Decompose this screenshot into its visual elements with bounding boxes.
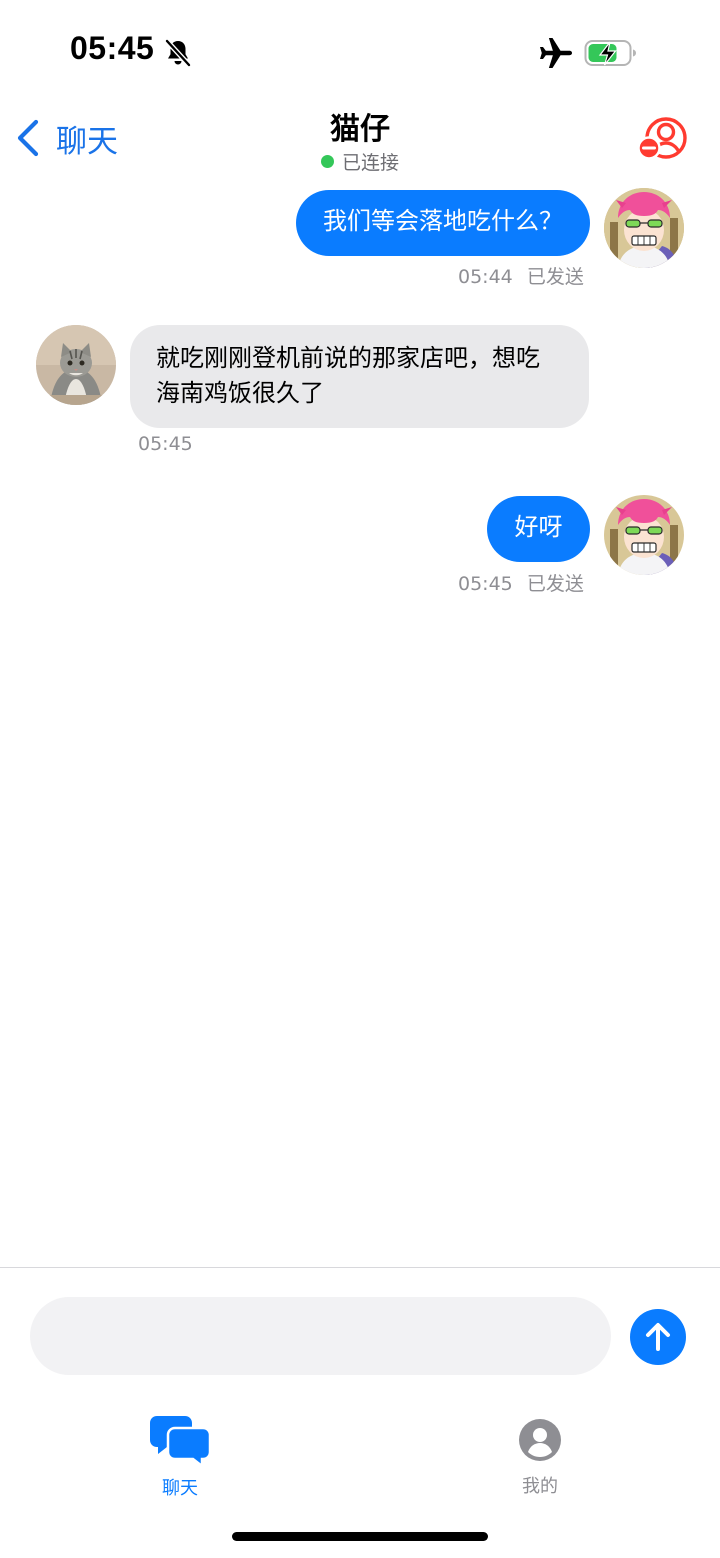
page-title: 猫仔 (330, 112, 390, 147)
composer-divider (0, 1267, 720, 1268)
chat-bubbles-icon (150, 1416, 211, 1466)
tab-me[interactable]: 我的 (480, 1418, 600, 1518)
nav-bar: 聊天 猫仔 已连接 (0, 100, 720, 180)
message-time: 05:44 (458, 266, 513, 288)
bell-slash-icon (165, 39, 191, 67)
remove-person-button[interactable] (636, 114, 690, 164)
status-time: 05:45 (70, 30, 155, 66)
anime-avatar-icon (604, 188, 684, 268)
send-button[interactable] (630, 1309, 686, 1365)
tab-me-label: 我的 (522, 1476, 558, 1497)
contact-avatar[interactable] (36, 325, 116, 405)
message-time: 05:45 (458, 573, 513, 595)
connection-status: 已连接 (0, 148, 720, 175)
battery-charging-icon (584, 40, 636, 66)
cat-avatar-icon (36, 325, 116, 405)
airplane-icon (540, 38, 572, 68)
my-avatar[interactable] (604, 188, 684, 268)
message-list[interactable]: 我们等会落地吃什么？ 05:44 已发送 就吃刚刚登机前说的那家店吧，想吃 海南… (0, 180, 720, 1266)
tab-bar: 聊天 我的 (0, 1400, 720, 1510)
message-status: 已发送 (526, 266, 584, 288)
home-indicator (232, 1532, 488, 1541)
message-meta: 05:45 已发送 (458, 569, 584, 596)
message-time: 05:45 (138, 433, 193, 455)
chat-screen: 05:45 聊天 猫仔 已连接 我们等会落地吃什么？ 05:44 已发送 就吃刚… (0, 0, 720, 1558)
message-status: 已发送 (526, 573, 584, 595)
connection-status-label: 已连接 (341, 152, 399, 174)
outgoing-message-bubble[interactable]: 好呀 (487, 496, 590, 562)
online-dot-icon (320, 155, 334, 168)
tab-chat-label: 聊天 (162, 1478, 198, 1499)
person-circle-icon (519, 1419, 561, 1461)
message-line: 海南鸡饭很久了 (156, 379, 324, 407)
outgoing-message-bubble[interactable]: 我们等会落地吃什么？ (296, 190, 590, 256)
message-line: 就吃刚刚登机前说的那家店吧，想吃 (156, 344, 540, 372)
anime-avatar-icon (604, 495, 684, 575)
tab-chat[interactable]: 聊天 (120, 1414, 240, 1514)
message-meta: 05:44 已发送 (458, 262, 584, 289)
status-bar: 05:45 (0, 0, 720, 100)
my-avatar[interactable] (604, 495, 684, 575)
arrow-up-icon (646, 1323, 670, 1351)
message-input[interactable] (30, 1297, 611, 1375)
incoming-message-bubble[interactable]: 就吃刚刚登机前说的那家店吧，想吃 海南鸡饭很久了 (130, 325, 589, 428)
